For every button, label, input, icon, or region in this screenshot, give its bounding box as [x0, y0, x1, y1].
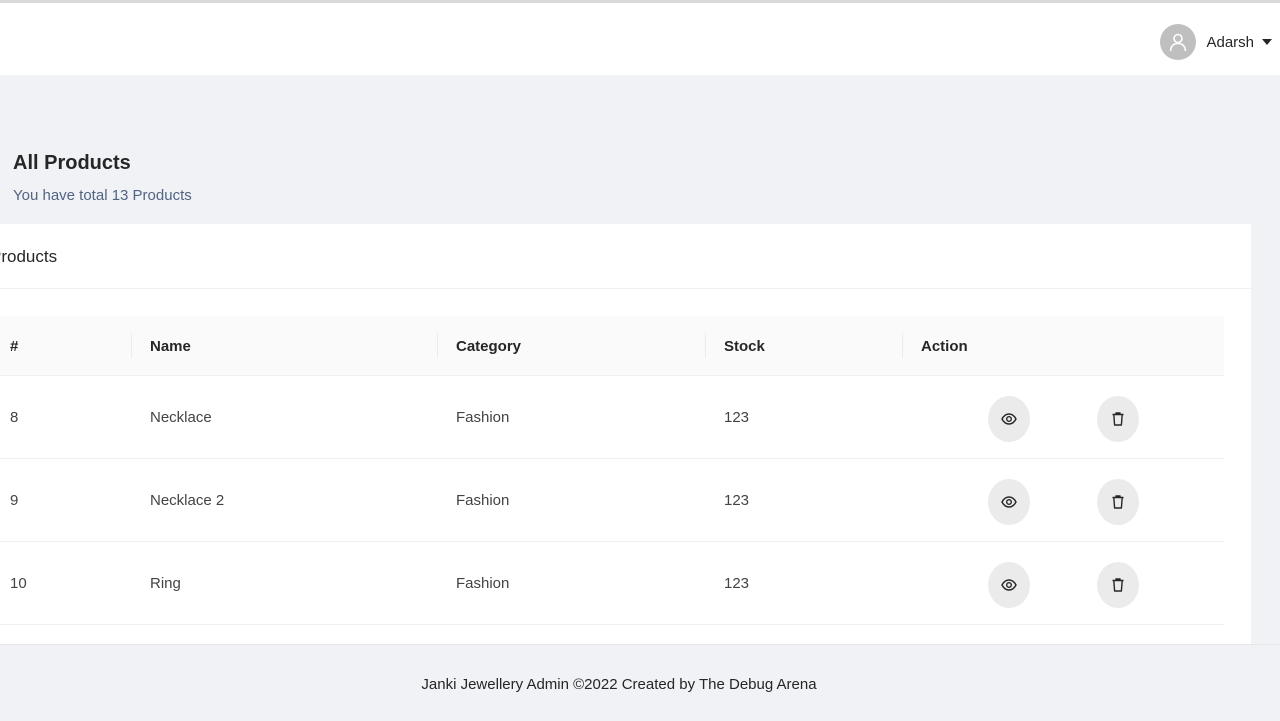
- cell-name: Necklace: [150, 409, 212, 426]
- column-header-name: Name: [131, 316, 191, 376]
- card-title: Products: [0, 247, 58, 266]
- page-title: All Products: [13, 152, 131, 174]
- page-subtitle: You have total 13 Products: [13, 187, 192, 204]
- view-button[interactable]: [988, 396, 1030, 442]
- column-header-id: #: [10, 337, 19, 355]
- cell-category: Fashion: [456, 492, 510, 509]
- eye-icon: [1001, 579, 1017, 591]
- user-menu[interactable]: Adarsh: [1160, 24, 1272, 60]
- top-header: Adarsh: [0, 3, 1280, 75]
- cell-stock: 123: [724, 409, 750, 426]
- user-icon: [1170, 33, 1187, 52]
- eye-icon: [1001, 496, 1017, 508]
- view-button[interactable]: [988, 562, 1030, 608]
- table-row: 8 Necklace Fashion 123: [0, 376, 1224, 459]
- footer-text: Janki Jewellery Admin ©2022 Created by T…: [421, 676, 817, 693]
- cell-id: 9: [10, 492, 19, 509]
- table-row: 10 Ring Fashion 123: [0, 542, 1224, 625]
- table-header: # Name Category Stock Action: [0, 316, 1224, 376]
- trash-icon: [1112, 578, 1124, 592]
- user-avatar[interactable]: [1160, 24, 1197, 60]
- delete-button[interactable]: [1097, 479, 1139, 525]
- content-gutter: [1251, 75, 1280, 644]
- caret-down-icon[interactable]: [1262, 39, 1272, 45]
- delete-button[interactable]: [1097, 396, 1139, 442]
- trash-icon: [1112, 412, 1124, 426]
- cell-category: Fashion: [456, 409, 510, 426]
- cell-stock: 123: [724, 492, 750, 509]
- products-card: Products # Name Category Stock Action 8 …: [0, 224, 1251, 644]
- delete-button[interactable]: [1097, 562, 1139, 608]
- cell-id: 8: [10, 409, 19, 426]
- products-table: # Name Category Stock Action 8 Necklace …: [0, 316, 1224, 625]
- cell-name: Ring: [150, 575, 181, 592]
- cell-stock: 123: [724, 575, 750, 592]
- column-header-stock: Stock: [705, 316, 765, 376]
- page-footer: Janki Jewellery Admin ©2022 Created by T…: [0, 644, 1280, 721]
- column-header-category: Category: [436, 316, 521, 376]
- cell-name: Necklace 2: [150, 492, 225, 509]
- eye-icon: [1001, 413, 1017, 425]
- username[interactable]: Adarsh: [1206, 34, 1254, 51]
- view-button[interactable]: [988, 479, 1030, 525]
- trash-icon: [1112, 495, 1124, 509]
- card-header: Products: [0, 224, 1251, 289]
- cell-category: Fashion: [456, 575, 510, 592]
- column-header-action: Action: [902, 316, 968, 376]
- cell-id: 10: [10, 575, 27, 592]
- table-row: 9 Necklace 2 Fashion 123: [0, 459, 1224, 542]
